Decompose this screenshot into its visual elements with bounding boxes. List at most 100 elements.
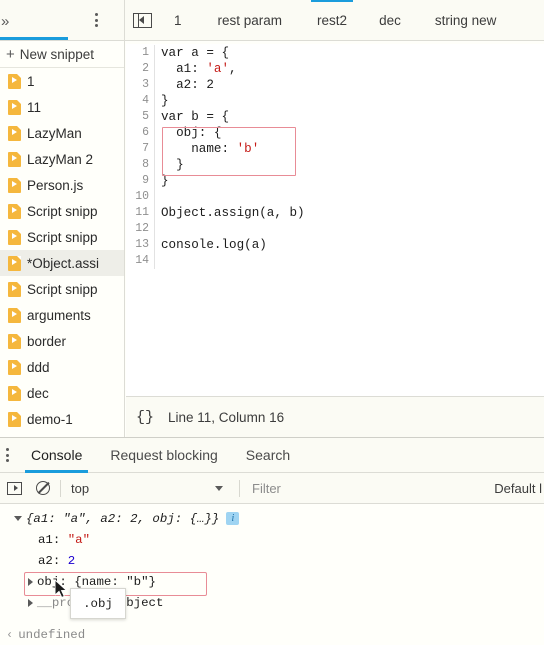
info-badge-icon[interactable]: i: [226, 512, 240, 525]
code-text: }: [161, 158, 184, 172]
code-text: var b = {: [161, 110, 230, 124]
console-property-row[interactable]: a2: 2: [0, 550, 544, 571]
console-property-row[interactable]: a1: "a": [0, 529, 544, 550]
code-line[interactable]: 13 console.log(a): [126, 237, 544, 253]
code-line[interactable]: 4}: [126, 93, 544, 109]
code-line[interactable]: 6 obj: {: [126, 125, 544, 141]
property-value: {name: "b"}: [74, 574, 156, 589]
editor-tabstrip: 1 rest param rest2 dec string new: [125, 0, 544, 40]
snippet-item[interactable]: dec: [0, 380, 124, 406]
snippets-navigator: + New snippet 1 11 LazyMan LazyMan 2 Person.…: [0, 41, 125, 437]
code-line[interactable]: 9}: [126, 173, 544, 189]
editor-tab-rest-param[interactable]: rest param: [218, 0, 283, 41]
return-value-text: undefined: [18, 627, 86, 642]
code-line[interactable]: 8 }: [126, 157, 544, 173]
code-line[interactable]: 11 Object.assign(a, b): [126, 205, 544, 221]
snippet-item[interactable]: border: [0, 328, 124, 354]
property-value: "a": [67, 532, 91, 547]
code-line[interactable]: 12: [126, 221, 544, 237]
property-path-tooltip: .obj: [70, 588, 126, 619]
drawer-more-tools-icon[interactable]: [0, 448, 17, 462]
show-navigator-icon[interactable]: [133, 12, 152, 28]
code-text: a1: 'a',: [161, 62, 237, 76]
snippet-item-label: Script snipp: [27, 281, 98, 297]
line-number: 14: [135, 254, 149, 267]
snippet-item[interactable]: Script snipp: [0, 224, 124, 250]
code-text: }: [161, 174, 169, 188]
console-sidebar-icon[interactable]: [7, 481, 22, 495]
snippet-file-icon: [8, 281, 21, 297]
pretty-print-icon[interactable]: {}: [136, 409, 154, 426]
snippet-item-label: arguments: [27, 307, 91, 323]
snippet-item[interactable]: *Object.assi: [0, 250, 124, 276]
console-object-preview-row[interactable]: {a1: "a", a2: 2, obj: {…}} i: [0, 508, 544, 529]
code-line[interactable]: 7 name: 'b': [126, 141, 544, 157]
more-tabs-icon[interactable]: »: [0, 14, 9, 29]
snippet-file-icon: [8, 229, 21, 245]
toolbar-divider-2: [239, 479, 240, 497]
code-text: name: 'b': [161, 142, 260, 156]
snippet-item[interactable]: arguments: [0, 302, 124, 328]
editor-tab-string-new[interactable]: string new: [435, 0, 497, 41]
snippet-file-icon: [8, 385, 21, 401]
new-snippet-button[interactable]: + New snippet: [0, 41, 124, 68]
snippet-item-label: LazyMan 2: [27, 151, 94, 167]
tab-request-blocking[interactable]: Request blocking: [96, 437, 231, 473]
gutter-divider: [154, 253, 155, 269]
navigator-more-options-icon[interactable]: [95, 13, 124, 27]
toolbar-divider-1: [60, 479, 61, 497]
editor-tab-dec[interactable]: dec: [379, 0, 401, 41]
snippet-item[interactable]: LazyMan 2: [0, 146, 124, 172]
editor-tab-rest2[interactable]: rest2: [311, 0, 354, 41]
code-editor[interactable]: 1 var a = {2 a1: 'a', 3 a2: 2 4} 5 var b = {6…: [126, 41, 544, 396]
tab-console[interactable]: Console: [17, 437, 96, 473]
code-line[interactable]: 1 var a = {: [126, 45, 544, 61]
console-toolbar: top Filter Default l: [0, 473, 544, 504]
snippet-file-icon: [8, 73, 21, 89]
snippet-item[interactable]: ddd: [0, 354, 124, 380]
drawer-tabstrip: Console Request blocking Search: [0, 437, 544, 473]
snippet-item-label: 11: [27, 99, 42, 115]
expand-triangle-down-icon[interactable]: [14, 516, 22, 521]
code-text: a2: 2: [161, 78, 214, 92]
snippet-item-label: *Object.assi: [27, 255, 100, 271]
line-number: 11: [135, 206, 149, 219]
snippet-item[interactable]: Script snipp: [0, 276, 124, 302]
snippet-item[interactable]: 11: [0, 94, 124, 120]
line-number: 2: [142, 62, 149, 75]
clear-console-icon[interactable]: [36, 481, 50, 495]
line-number: 4: [142, 94, 149, 107]
code-line[interactable]: 10: [126, 189, 544, 205]
snippet-item[interactable]: Person.js: [0, 172, 124, 198]
snippet-item-label: Script snipp: [27, 229, 98, 245]
gutter-divider: [154, 189, 155, 205]
snippet-file-icon: [8, 125, 21, 141]
console-filter-input[interactable]: Filter: [250, 481, 494, 496]
snippet-item-label: border: [27, 333, 67, 349]
line-number: 12: [135, 222, 149, 235]
snippet-item[interactable]: 1: [0, 68, 124, 94]
chevron-down-icon: [215, 485, 223, 491]
log-levels-select[interactable]: Default l: [494, 481, 544, 496]
snippet-item[interactable]: demo-1: [0, 406, 124, 432]
editor-tab-1[interactable]: 1: [174, 0, 182, 41]
snippet-file-icon: [8, 203, 21, 219]
line-number: 7: [142, 142, 149, 155]
code-line[interactable]: 2 a1: 'a',: [126, 61, 544, 77]
code-line[interactable]: 5 var b = {: [126, 109, 544, 125]
snippet-file-icon: [8, 151, 21, 167]
tab-search[interactable]: Search: [232, 437, 304, 473]
navigator-topbar: »: [0, 0, 125, 40]
execution-context-value: top: [71, 480, 90, 496]
snippet-item[interactable]: LazyMan: [0, 120, 124, 146]
expand-triangle-right-icon[interactable]: [28, 598, 33, 607]
code-line[interactable]: 3 a2: 2: [126, 77, 544, 93]
expand-triangle-right-icon[interactable]: [28, 577, 33, 586]
new-snippet-label: New snippet: [19, 46, 95, 62]
code-line[interactable]: 14: [126, 253, 544, 269]
line-number: 8: [142, 158, 149, 171]
snippet-item[interactable]: Script snipp: [0, 198, 124, 224]
execution-context-select[interactable]: top: [71, 481, 229, 496]
navigator-active-indicator: [0, 37, 68, 40]
console-output: {a1: "a", a2: 2, obj: {…}} i a1: "a" a2: …: [0, 504, 544, 645]
